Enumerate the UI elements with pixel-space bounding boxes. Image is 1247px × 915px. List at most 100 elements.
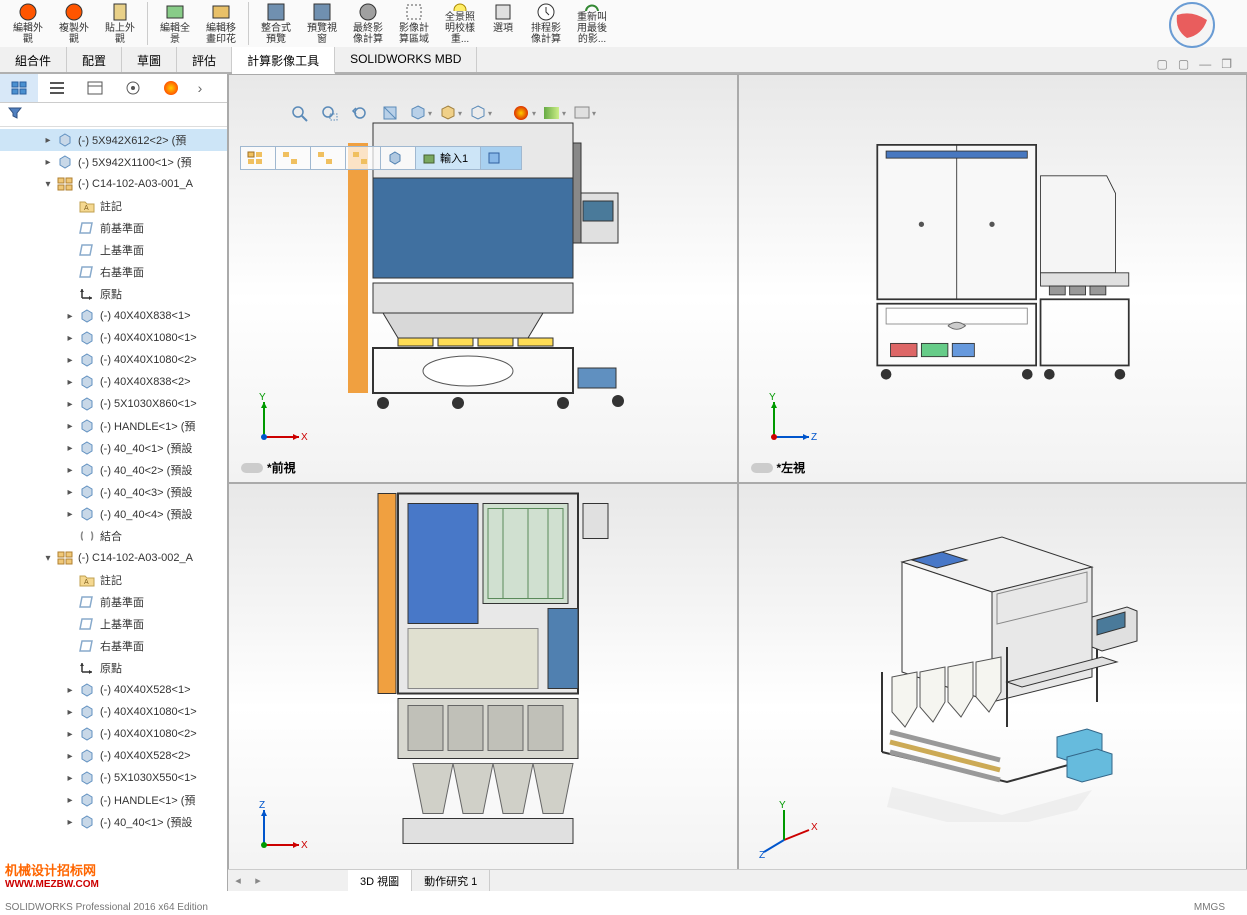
view-settings-icon[interactable]: ▾	[572, 102, 596, 124]
tree-expand-icon[interactable]: ▸	[64, 421, 76, 432]
prev-viewport-icon[interactable]: ▢	[1157, 57, 1168, 71]
tree-item[interactable]: ▸(-) 40_40<3> (預設	[0, 481, 227, 503]
tab-scroll-right-icon[interactable]: ▸	[248, 870, 268, 891]
tree-expand-icon[interactable]: ▸	[64, 729, 76, 740]
tab-sketch[interactable]: 草圖	[122, 47, 177, 72]
tree-expand-icon[interactable]: ▸	[64, 751, 76, 762]
tree-item[interactable]: 結合	[0, 525, 227, 547]
tree-expand-icon[interactable]: ▸	[64, 509, 76, 520]
tree-item[interactable]: ▸(-) 5X1030X550<1>	[0, 767, 227, 789]
crumb-sub1[interactable]	[275, 146, 311, 170]
tree-item[interactable]: ▾(-) C14-102-A03-002_A	[0, 547, 227, 569]
crumb-part[interactable]	[380, 146, 416, 170]
view-orientation-icon[interactable]: ▾	[408, 102, 432, 124]
tree-expand-icon[interactable]: ▸	[64, 465, 76, 476]
tree-expand-icon[interactable]: ▸	[64, 817, 76, 828]
tree-item[interactable]: 前基準面	[0, 591, 227, 613]
tree-item[interactable]: 原點	[0, 283, 227, 305]
ribbon-edit-appearance[interactable]: 編輯外觀	[5, 0, 51, 47]
ribbon-edit-decal[interactable]: 編輯移畫印花	[198, 0, 244, 47]
tree-item[interactable]: ▸(-) 5X942X1100<1> (預	[0, 151, 227, 173]
tab-mbd[interactable]: SOLIDWORKS MBD	[335, 47, 477, 72]
hide-show-icon[interactable]: ▾	[468, 102, 492, 124]
minimize-icon[interactable]: —	[1199, 57, 1211, 71]
display-manager-tab[interactable]	[152, 74, 190, 102]
configuration-manager-tab[interactable]	[76, 74, 114, 102]
feature-tree-tab[interactable]	[0, 74, 38, 102]
crumb-root[interactable]	[240, 146, 276, 170]
filter-icon[interactable]	[8, 106, 22, 120]
tree-expand-icon[interactable]: ▸	[64, 311, 76, 322]
tree-expand-icon[interactable]: ▸	[64, 443, 76, 454]
tree-item[interactable]: ▸(-) 40X40X1080<2>	[0, 349, 227, 371]
property-manager-tab[interactable]	[38, 74, 76, 102]
tree-item[interactable]: ▸(-) HANDLE<1> (預	[0, 415, 227, 437]
tree-expand-icon[interactable]: ▸	[42, 135, 54, 146]
tab-assembly[interactable]: 組合件	[0, 47, 67, 72]
crumb-feature[interactable]: 輸入1	[415, 146, 481, 170]
tree-expand-icon[interactable]: ▸	[64, 333, 76, 344]
crumb-sub2[interactable]	[310, 146, 346, 170]
viewport-left[interactable]: ZY *左視	[738, 74, 1247, 483]
tree-item[interactable]: A註記	[0, 195, 227, 217]
tree-item[interactable]: ▸(-) 40X40X838<1>	[0, 305, 227, 327]
tree-expand-icon[interactable]: ▸	[64, 487, 76, 498]
ribbon-render-region[interactable]: 影像計算區域	[391, 0, 437, 47]
tree-expand-icon[interactable]: ▸	[42, 157, 54, 168]
ribbon-schedule-render[interactable]: 排程影像計算	[523, 0, 569, 47]
tab-layout[interactable]: 配置	[67, 47, 122, 72]
crumb-sub3[interactable]	[345, 146, 381, 170]
tree-item[interactable]: ▸(-) 40_40<1> (預設	[0, 437, 227, 459]
tree-item[interactable]: ▸(-) 5X1030X860<1>	[0, 393, 227, 415]
tree-item[interactable]: ▸(-) 40_40<1> (預設	[0, 811, 227, 833]
tree-item[interactable]: ▸(-) 40_40<4> (預設	[0, 503, 227, 525]
viewport-top[interactable]: XZ *上視	[228, 483, 738, 892]
tab-scroll-left-icon[interactable]: ◂	[228, 870, 248, 891]
edit-appearance-icon[interactable]: ▾	[512, 102, 536, 124]
crumb-selection[interactable]	[480, 146, 522, 170]
bottom-tab-motion-study[interactable]: 動作研究 1	[412, 870, 490, 891]
tree-item[interactable]: ▸(-) 40X40X528<1>	[0, 679, 227, 701]
tree-expand-icon[interactable]: ▾	[42, 179, 54, 190]
ribbon-options[interactable]: 選項	[483, 0, 523, 47]
viewport-front[interactable]: XY *前視	[228, 74, 738, 483]
tree-item[interactable]: 右基準面	[0, 261, 227, 283]
viewport-isometric[interactable]: X Y Z *不等角視圖	[738, 483, 1247, 892]
tree-item[interactable]: 前基準面	[0, 217, 227, 239]
ribbon-scene-illumination[interactable]: 全景照明校樣重...	[437, 0, 483, 47]
display-style-icon[interactable]: ▾	[438, 102, 462, 124]
tree-expand-icon[interactable]: ▸	[64, 399, 76, 410]
bottom-tab-3dview[interactable]: 3D 視圖	[348, 870, 412, 891]
zoom-area-icon[interactable]	[318, 102, 342, 124]
tree-item[interactable]: ▾(-) C14-102-A03-001_A	[0, 173, 227, 195]
ribbon-copy-appearance[interactable]: 複製外觀	[51, 0, 97, 47]
tree-item[interactable]: ▸(-) 40X40X1080<1>	[0, 701, 227, 723]
tree-item[interactable]: ▸(-) HANDLE<1> (預	[0, 789, 227, 811]
section-view-icon[interactable]	[378, 102, 402, 124]
feature-tree[interactable]: ▸(-) 5X942X612<2> (預▸(-) 5X942X1100<1> (…	[0, 127, 227, 891]
ribbon-recall-last[interactable]: 重新叫用最後的影...	[569, 0, 615, 47]
apply-scene-icon[interactable]: ▾	[542, 102, 566, 124]
ribbon-preview-window[interactable]: 預覽視窗	[299, 0, 345, 47]
tree-expand-icon[interactable]: ▸	[64, 773, 76, 784]
tree-expand-icon[interactable]: ▸	[64, 707, 76, 718]
next-viewport-icon[interactable]: ▢	[1178, 57, 1189, 71]
ribbon-integrated-preview[interactable]: 整合式預覽	[253, 0, 299, 47]
tree-item[interactable]: ▸(-) 40X40X1080<2>	[0, 723, 227, 745]
ribbon-edit-scene[interactable]: 編輯全景	[152, 0, 198, 47]
tab-render-tools[interactable]: 計算影像工具	[232, 47, 335, 74]
tree-item[interactable]: 上基準面	[0, 613, 227, 635]
expand-arrow-icon[interactable]: ›	[190, 74, 210, 102]
dimxpert-manager-tab[interactable]	[114, 74, 152, 102]
tree-item[interactable]: ▸(-) 5X942X612<2> (預	[0, 129, 227, 151]
tree-expand-icon[interactable]: ▾	[42, 553, 54, 564]
ribbon-paste-appearance[interactable]: 貼上外觀	[97, 0, 143, 47]
restore-icon[interactable]: ❐	[1221, 57, 1232, 71]
tree-item[interactable]: ▸(-) 40X40X528<2>	[0, 745, 227, 767]
tree-item[interactable]: A註記	[0, 569, 227, 591]
tree-expand-icon[interactable]: ▸	[64, 377, 76, 388]
selection-breadcrumb[interactable]: 輸入1	[240, 146, 521, 170]
zoom-fit-icon[interactable]	[288, 102, 312, 124]
tree-expand-icon[interactable]: ▸	[64, 795, 76, 806]
previous-view-icon[interactable]	[348, 102, 372, 124]
